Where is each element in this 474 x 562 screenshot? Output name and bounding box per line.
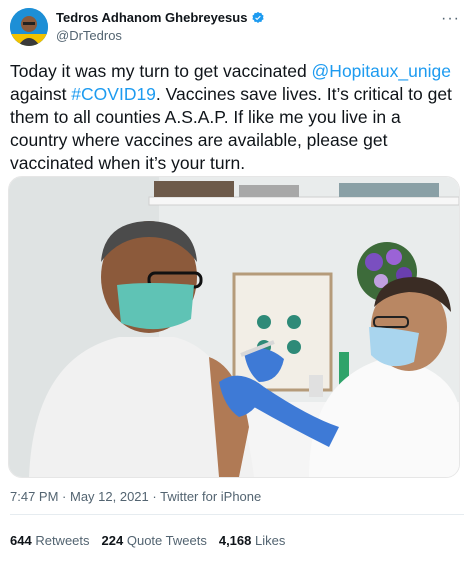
user-handle[interactable]: @DrTedros [56, 28, 122, 43]
mention-link[interactable]: @Hopitaux_unige [312, 61, 451, 81]
tweet-source[interactable]: Twitter for iPhone [160, 489, 261, 504]
tweet-stats: 644 Retweets 224 Quote Tweets 4,168 Like… [10, 533, 285, 548]
likes-stat[interactable]: 4,168 Likes [219, 533, 286, 548]
tweet-photo[interactable] [8, 176, 460, 478]
tweet-header: Tedros Adhanom Ghebreyesus @DrTedros ··· [10, 8, 464, 48]
divider [10, 514, 464, 515]
tweet-date[interactable]: May 12, 2021 [70, 489, 149, 504]
retweets-label: Retweets [35, 533, 90, 548]
retweets-count: 644 [10, 533, 32, 548]
verified-badge-icon [252, 11, 265, 23]
vaccination-photo [9, 177, 459, 477]
more-options-icon[interactable]: ··· [441, 10, 460, 28]
avatar[interactable] [10, 8, 48, 46]
quote-tweets-count: 224 [101, 533, 124, 548]
tweet-text-part: against [10, 84, 72, 104]
tweet-text-part: Today it was my turn to get vaccinated [10, 61, 307, 81]
tweet-time[interactable]: 7:47 PM [10, 489, 58, 504]
meta-separator: · [148, 489, 161, 504]
quote-tweets-label: Quote Tweets [126, 533, 207, 548]
tweet-card: Tedros Adhanom Ghebreyesus @DrTedros ···… [0, 0, 474, 562]
meta-separator: · [58, 489, 70, 504]
avatar-image [10, 8, 48, 46]
display-name[interactable]: Tedros Adhanom Ghebreyesus [56, 10, 247, 25]
retweets-stat[interactable]: 644 Retweets [10, 533, 90, 548]
tweet-meta: 7:47 PM · May 12, 2021 · Twitter for iPh… [10, 489, 261, 504]
tweet-text: Today it was my turn to get vaccinated @… [10, 60, 462, 175]
hashtag-link[interactable]: #COVID19 [71, 84, 156, 104]
likes-count: 4,168 [218, 533, 252, 548]
likes-label: Likes [255, 533, 286, 548]
quote-tweets-stat[interactable]: 224 Quote Tweets [102, 533, 207, 548]
